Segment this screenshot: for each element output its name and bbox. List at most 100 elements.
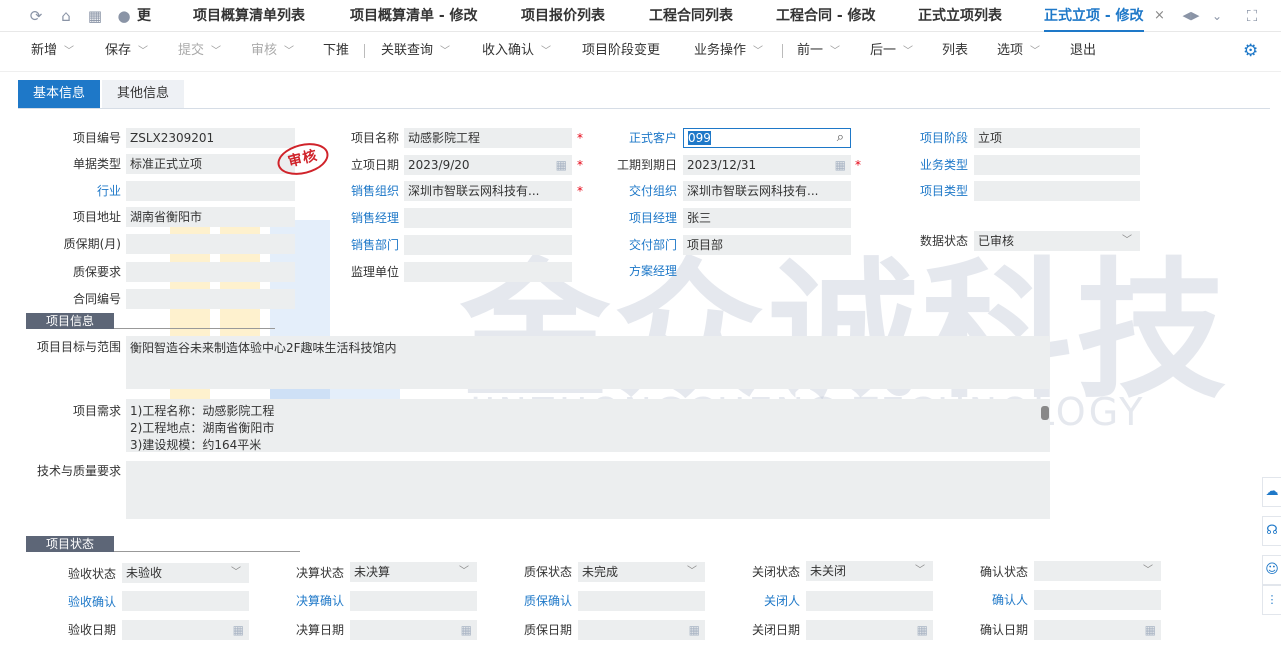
- settle-date-field[interactable]: [350, 620, 477, 640]
- options-button[interactable]: 选项 ﹀: [997, 32, 1040, 70]
- customer-label[interactable]: 正式客户: [629, 128, 677, 148]
- requirement-textarea[interactable]: 1)工程名称：动感影院工程 2)工程地点：湖南省衡阳市 3)建设规模：约164平…: [126, 399, 1050, 452]
- cloud-icon[interactable]: ☁: [1262, 477, 1281, 507]
- push-down-button[interactable]: 下推: [323, 32, 349, 70]
- supervisor-field[interactable]: [404, 262, 572, 282]
- data-status-select[interactable]: 已审核 ﹀: [974, 231, 1140, 251]
- business-ops-button[interactable]: 业务操作 ﹀: [694, 32, 763, 70]
- settle-confirm-label[interactable]: 决算确认: [296, 591, 344, 611]
- submit-button[interactable]: 提交 ﹀: [178, 32, 221, 70]
- project-manager-field[interactable]: 张三: [683, 208, 851, 228]
- close-status-select[interactable]: 未关闭 ﹀: [806, 561, 933, 581]
- warranty-date-field[interactable]: [578, 620, 705, 640]
- confirm-date-field[interactable]: [1034, 620, 1161, 640]
- deliver-dept-field[interactable]: 项目部: [683, 235, 851, 255]
- search-icon[interactable]: ⌕: [837, 129, 844, 147]
- related-query-button[interactable]: 关联查询 ﹀: [381, 32, 450, 70]
- sales-manager-label[interactable]: 销售经理: [351, 208, 399, 228]
- chevron-down-icon[interactable]: ⌄: [1208, 7, 1226, 25]
- accept-confirm-field[interactable]: [122, 591, 249, 611]
- settings-gear-icon[interactable]: ⚙: [1243, 32, 1258, 70]
- close-tab-icon[interactable]: ×: [1154, 0, 1165, 32]
- tab-estimate-edit[interactable]: 项目概算清单 - 修改: [350, 0, 478, 32]
- headset-icon[interactable]: ☊: [1262, 516, 1281, 546]
- apps-grid-icon[interactable]: ▦: [86, 7, 104, 25]
- add-button[interactable]: 新增 ﹀: [31, 32, 74, 70]
- save-button[interactable]: 保存 ﹀: [105, 32, 148, 70]
- fullscreen-icon[interactable]: ⛶: [1243, 7, 1261, 25]
- closer-field[interactable]: [806, 591, 933, 611]
- list-button[interactable]: 列表: [942, 32, 968, 70]
- closer-label[interactable]: 关闭人: [764, 591, 800, 611]
- sales-dept-label[interactable]: 销售部门: [351, 235, 399, 255]
- goal-scope-textarea[interactable]: 衡阳智造谷未来制造体验中心2F趣味生活科技馆内: [126, 336, 1050, 389]
- warranty-confirm-label[interactable]: 质保确认: [524, 591, 572, 611]
- sales-org-field[interactable]: 深圳市智联云网科技有...: [404, 181, 572, 201]
- warranty-confirm-field[interactable]: [578, 591, 705, 611]
- confirm-status-select[interactable]: ﹀: [1034, 561, 1161, 581]
- accept-confirm-label[interactable]: 验收确认: [68, 592, 116, 612]
- project-type-field[interactable]: [974, 181, 1140, 201]
- quality-req-textarea[interactable]: [126, 461, 1050, 519]
- tab-project-list[interactable]: 正式立项列表: [918, 0, 1002, 32]
- deliver-org-label[interactable]: 交付组织: [629, 181, 677, 201]
- tab-contract-edit[interactable]: 工程合同 - 修改: [776, 0, 876, 32]
- project-no-field[interactable]: ZSLX2309201: [126, 128, 295, 148]
- customer-input[interactable]: 099 ⌕: [683, 128, 851, 148]
- textarea-scrollbar[interactable]: [1041, 406, 1049, 420]
- requirement-line: 3)建设规模：约164平米: [130, 438, 262, 452]
- income-confirm-button[interactable]: 收入确认 ﹀: [482, 32, 551, 70]
- tab-basic-info[interactable]: 基本信息: [18, 80, 100, 108]
- doc-type-field[interactable]: 标准正式立项: [126, 154, 295, 174]
- scroll-tabs-icon[interactable]: ◀▶: [1182, 7, 1200, 25]
- next-button[interactable]: 后一 ﹀: [870, 32, 913, 70]
- warranty-status-select[interactable]: 未完成 ﹀: [578, 562, 705, 582]
- project-stage-label[interactable]: 项目阶段: [920, 128, 968, 148]
- refresh-icon[interactable]: ⟳: [27, 7, 45, 25]
- close-date-field[interactable]: [806, 620, 933, 640]
- warranty-req-field[interactable]: [126, 262, 295, 282]
- industry-label[interactable]: 行业: [97, 181, 121, 201]
- setup-date-label: 立项日期: [350, 158, 399, 172]
- business-type-label[interactable]: 业务类型: [920, 155, 968, 175]
- setup-date-field[interactable]: 2023/9/20: [404, 155, 572, 175]
- tab-partial[interactable]: 更: [137, 0, 151, 32]
- tab-quote-list[interactable]: 项目报价列表: [521, 0, 605, 32]
- stage-change-button[interactable]: 项目阶段变更: [582, 32, 660, 70]
- project-stage-field[interactable]: 立项: [974, 128, 1140, 148]
- accept-date-field[interactable]: [122, 620, 249, 640]
- smile-icon[interactable]: ☺: [1262, 555, 1281, 585]
- solution-manager-label[interactable]: 方案经理: [629, 261, 677, 281]
- confirmer-label[interactable]: 确认人: [992, 590, 1028, 610]
- income-label: 收入确认: [482, 43, 535, 58]
- tab-contract-list[interactable]: 工程合同列表: [649, 0, 733, 32]
- sales-manager-field[interactable]: [404, 208, 572, 228]
- tab-other-info[interactable]: 其他信息: [102, 80, 184, 108]
- address-field[interactable]: 湖南省衡阳市: [126, 207, 295, 227]
- tab-project-edit[interactable]: 正式立项 - 修改: [1044, 0, 1144, 32]
- prev-button[interactable]: 前一 ﹀: [797, 32, 840, 70]
- home-icon[interactable]: ⌂: [57, 7, 75, 25]
- warranty-period-field[interactable]: [126, 234, 295, 254]
- settle-status-select[interactable]: 未决算 ﹀: [350, 562, 477, 582]
- deliver-org-field[interactable]: 深圳市智联云网科技有...: [683, 181, 851, 201]
- project-name-field[interactable]: 动感影院工程: [404, 128, 572, 148]
- sales-dept-field[interactable]: [404, 235, 572, 255]
- confirm-status-label: 确认状态: [979, 565, 1028, 579]
- confirmer-field[interactable]: [1034, 590, 1161, 610]
- more-icon[interactable]: ⋮: [1262, 585, 1281, 615]
- business-type-field[interactable]: [974, 155, 1140, 175]
- exit-button[interactable]: 退出: [1070, 32, 1096, 70]
- sales-org-label[interactable]: 销售组织: [351, 181, 399, 201]
- accept-status-select[interactable]: 未验收 ﹀: [122, 563, 249, 583]
- tab-estimate-list[interactable]: 项目概算清单列表: [193, 0, 305, 32]
- due-date-field[interactable]: 2023/12/31: [683, 155, 851, 175]
- contract-no-field[interactable]: [126, 289, 295, 309]
- industry-field[interactable]: [126, 181, 295, 201]
- project-manager-label[interactable]: 项目经理: [629, 208, 677, 228]
- deliver-dept-label[interactable]: 交付部门: [629, 235, 677, 255]
- message-icon[interactable]: ●: [115, 7, 133, 25]
- project-type-label[interactable]: 项目类型: [920, 181, 968, 201]
- audit-button[interactable]: 审核 ﹀: [251, 32, 294, 70]
- settle-confirm-field[interactable]: [350, 591, 477, 611]
